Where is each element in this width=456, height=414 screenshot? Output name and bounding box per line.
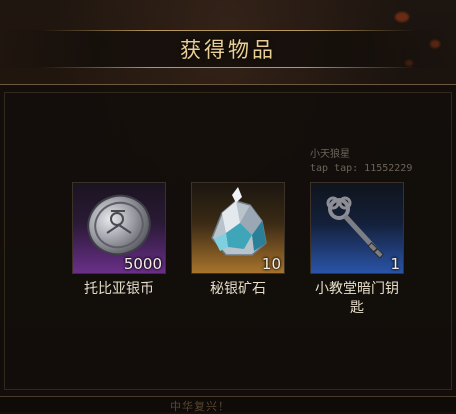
item-count: 5000 xyxy=(123,255,162,273)
item-slot[interactable]: 10 xyxy=(191,182,285,274)
watermark-id: tap tap: 11552229 xyxy=(310,163,413,174)
ember-glow xyxy=(395,12,409,22)
dialog-title: 获得物品 xyxy=(180,38,276,62)
watermark: 小天狼星 tap tap: 11552229 xyxy=(310,148,412,176)
watermark-name: 小天狼星 xyxy=(310,149,350,160)
reward-item-silver-coin[interactable]: 5000 托比亚银币 xyxy=(72,182,166,299)
item-count: 10 xyxy=(261,255,281,273)
item-name: 托比亚银币 xyxy=(84,281,154,297)
item-slot[interactable]: 5000 xyxy=(72,182,166,274)
item-count: 1 xyxy=(390,255,400,273)
reward-item-mithril-ore[interactable]: 10 秘银矿石 xyxy=(191,182,285,299)
reward-item-chapel-key[interactable]: 1 小教堂暗门钥匙 xyxy=(310,182,404,318)
item-name: 小教堂暗门钥匙 xyxy=(315,281,399,316)
item-name: 秘银矿石 xyxy=(210,281,266,297)
header-divider xyxy=(40,67,416,68)
item-slot[interactable]: 1 xyxy=(310,182,404,274)
header-divider xyxy=(40,30,416,31)
